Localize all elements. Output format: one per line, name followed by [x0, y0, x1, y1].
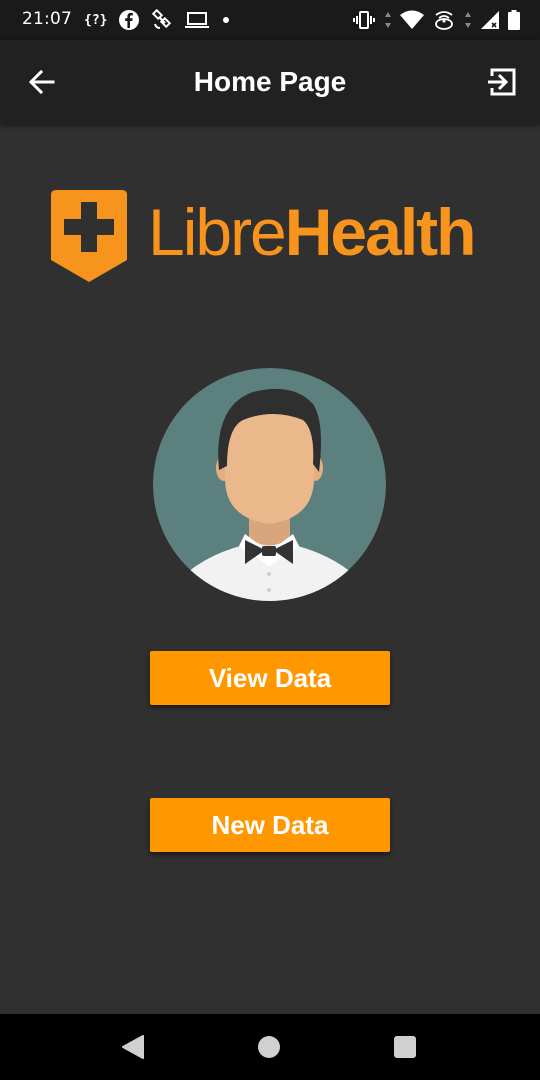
facebook-icon	[119, 10, 140, 30]
vibrate-icon	[353, 11, 375, 29]
plus-shield-icon	[51, 190, 127, 282]
app-bar: Home Page	[0, 40, 540, 124]
wifi-icon	[400, 10, 424, 29]
status-bar: 21:07 {?}	[0, 0, 540, 40]
triangle-back-icon	[122, 1035, 144, 1059]
nav-recent-button[interactable]	[388, 1032, 422, 1062]
avatar	[153, 368, 386, 601]
data-arrows-icon	[385, 12, 391, 28]
nav-home-button[interactable]	[252, 1032, 286, 1062]
status-icons-left: {?}	[84, 8, 231, 32]
status-icons-right	[352, 8, 520, 32]
data-arrows-icon	[465, 12, 471, 28]
logout-icon	[488, 68, 516, 96]
logout-button[interactable]	[482, 62, 522, 102]
logo-text: LibreHealth	[148, 192, 477, 272]
page-title: Home Page	[193, 66, 347, 97]
battery-icon	[508, 10, 520, 30]
square-recent-icon	[394, 1036, 416, 1058]
man-bowtie-avatar-icon	[153, 368, 386, 601]
braces-icon: {?}	[84, 12, 108, 28]
logo-text-health: Health	[284, 195, 477, 269]
dot-icon	[223, 17, 230, 23]
new-data-button[interactable]: New Data	[150, 798, 390, 852]
home-screen: 21:07 {?} Home Page LibreHealth View Dat…	[0, 0, 540, 1080]
status-time: 21:07	[22, 9, 72, 29]
nav-back-button[interactable]	[116, 1032, 150, 1062]
logo-text-libre: Libre	[148, 195, 287, 269]
navigation-bar	[0, 1014, 540, 1080]
hotspot-icon	[435, 11, 453, 30]
circle-home-icon	[258, 1036, 280, 1058]
librehealth-logo: LibreHealth	[50, 190, 495, 285]
signal-icon	[481, 11, 499, 29]
satellite-icon	[152, 9, 172, 29]
view-data-button[interactable]: View Data	[150, 651, 390, 705]
laptop-icon	[185, 12, 210, 28]
